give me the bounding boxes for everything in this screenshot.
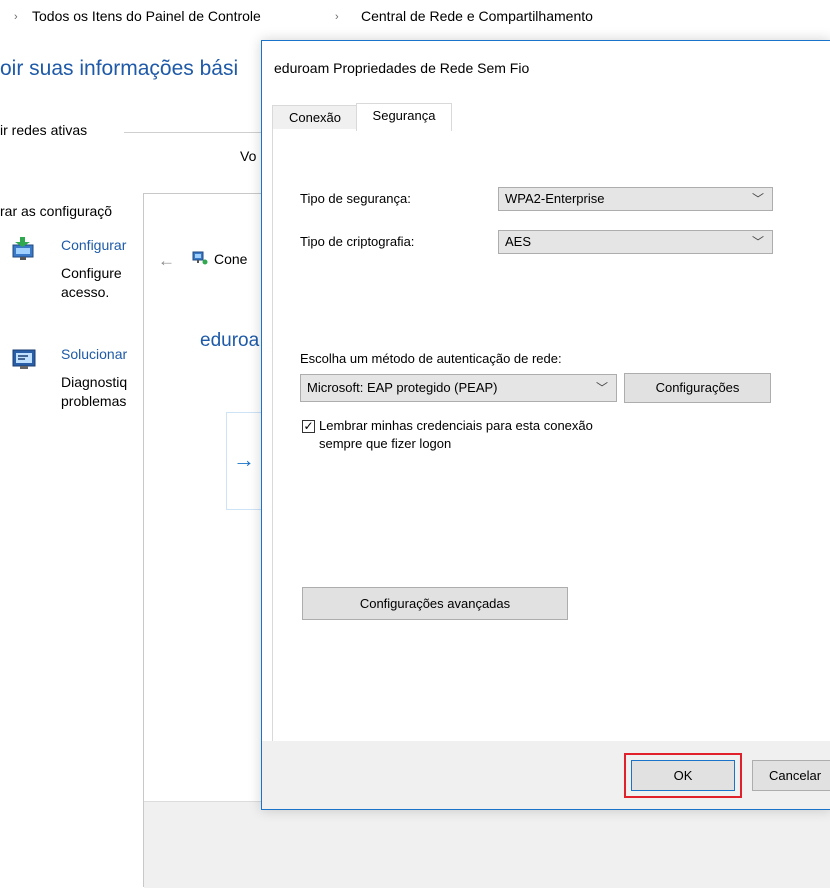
dialog-title: eduroam Propriedades de Rede Sem Fio [274, 60, 530, 76]
network-connect-icon [192, 250, 208, 266]
chevron-down-icon: ﹀ [751, 235, 764, 249]
breadcrumb-separator: › [14, 11, 18, 23]
breadcrumb-item-all-control-panel[interactable]: Todos os Itens do Painel de Controle [32, 8, 261, 24]
active-networks-label: ir redes ativas [0, 122, 88, 138]
remember-credentials-label-line2: sempre que fizer logon [319, 436, 452, 451]
arrow-right-icon: → [233, 447, 255, 472]
breadcrumb-item-network-center[interactable]: Central de Rede e Compartilhamento [361, 8, 593, 24]
wireless-properties-dialog: eduroam Propriedades de Rede Sem Fio Con… [261, 40, 830, 810]
security-type-value: WPA2-Enterprise [505, 191, 605, 206]
back-arrow-icon[interactable]: ← [158, 251, 175, 271]
network-text-snippet: Vo [240, 148, 257, 164]
troubleshoot-icon [10, 346, 38, 372]
dialog-footer: OK Cancelar [262, 741, 830, 809]
cancel-button[interactable]: Cancelar [752, 760, 830, 791]
page-title: oir suas informações bási [0, 57, 239, 80]
change-settings-label: rar as configuraçõ [0, 203, 113, 219]
chevron-down-icon: ﹀ [751, 192, 764, 206]
remember-credentials-label-line1: Lembrar minhas credenciais para esta con… [319, 418, 593, 433]
auth-method-value: Microsoft: EAP protegido (PEAP) [307, 380, 498, 395]
setup-network-desc-line1: Configure [61, 265, 122, 281]
encryption-type-select[interactable]: AES ﹀ [498, 230, 773, 254]
troubleshoot-desc-line2: problemas [61, 393, 127, 409]
auth-method-label: Escolha um método de autenticação de red… [300, 351, 562, 366]
tab-seguranca-label: Segurança [372, 108, 436, 123]
ok-button[interactable]: OK [631, 760, 735, 791]
setup-network-link[interactable]: Configurar [61, 237, 126, 253]
setup-network-desc-line2: acesso. [61, 284, 110, 300]
security-tab-panel: Tipo de segurança: WPA2-Enterprise ﹀ Tip… [272, 129, 830, 741]
wizard-footer [144, 801, 830, 888]
troubleshoot-desc-line1: Diagnostiq [61, 374, 128, 390]
section-divider [124, 132, 264, 133]
tab-conexao[interactable]: Conexão [272, 105, 358, 130]
advanced-settings-button[interactable]: Configurações avançadas [302, 587, 568, 620]
auth-settings-button[interactable]: Configurações [624, 373, 771, 403]
security-type-label: Tipo de segurança: [300, 191, 411, 206]
breadcrumb: › Todos os Itens do Painel de Controle ›… [0, 0, 830, 40]
encryption-type-value: AES [505, 234, 532, 249]
troubleshoot-link[interactable]: Solucionar [61, 346, 127, 362]
encryption-type-label: Tipo de criptografia: [300, 234, 415, 249]
tab-seguranca[interactable]: Segurança [356, 103, 452, 131]
security-type-select[interactable]: WPA2-Enterprise ﹀ [498, 187, 773, 211]
chevron-down-icon: ﹀ [595, 381, 608, 395]
auth-method-select[interactable]: Microsoft: EAP protegido (PEAP) ﹀ [300, 374, 617, 402]
wizard-heading: eduroa [200, 330, 260, 351]
network-setup-icon [10, 236, 40, 262]
wizard-title: Cone [214, 251, 248, 267]
breadcrumb-separator: › [335, 11, 339, 23]
remember-credentials-checkbox[interactable]: ✓ [302, 420, 315, 433]
tab-conexao-label: Conexão [288, 110, 342, 125]
